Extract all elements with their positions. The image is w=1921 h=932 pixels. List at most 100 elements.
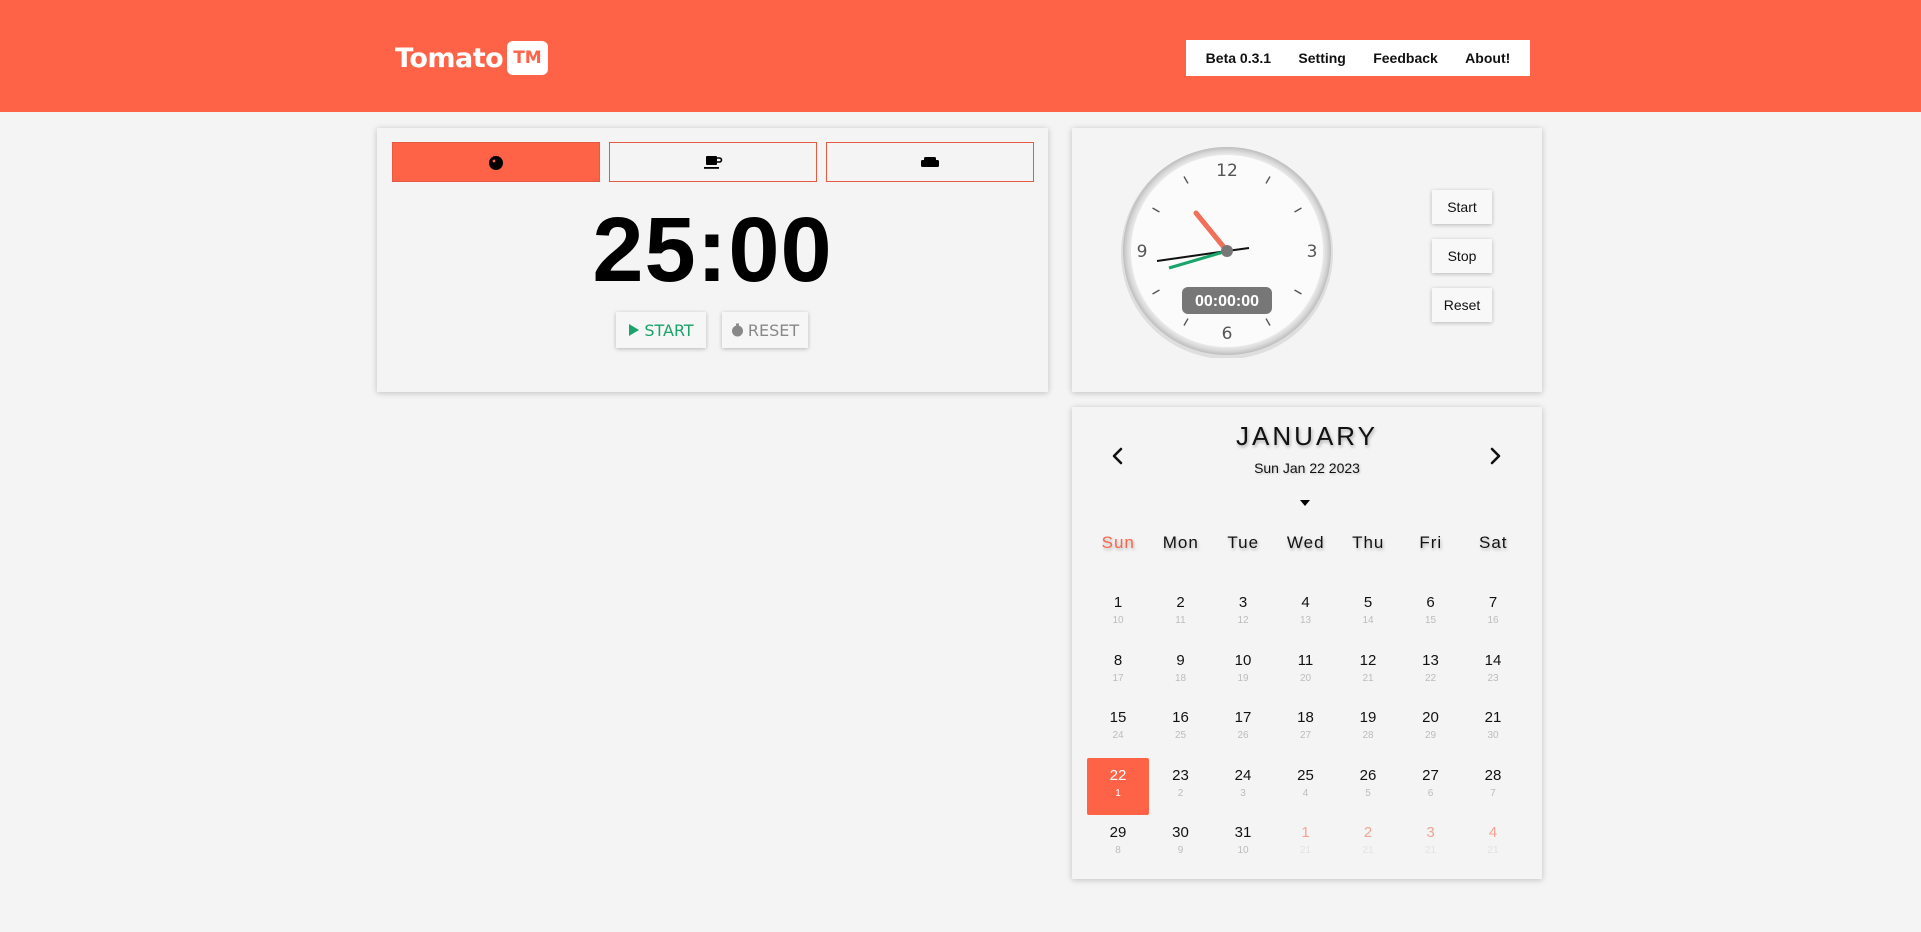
day-secondary-number: 12 bbox=[1237, 615, 1249, 626]
calendar-day[interactable]: 1 10 bbox=[1087, 585, 1149, 642]
month-dropdown-caret-icon[interactable] bbox=[1300, 500, 1310, 506]
calendar-day[interactable]: 25 4 bbox=[1275, 758, 1337, 815]
tab-pomodoro[interactable] bbox=[392, 142, 600, 182]
day-secondary-number: 1 bbox=[1115, 787, 1121, 799]
pomodoro-card: 25:00 START RESET bbox=[377, 128, 1048, 392]
day-secondary-number: 20 bbox=[1299, 672, 1312, 684]
calendar-day[interactable]: 5 14 bbox=[1337, 585, 1399, 642]
calendar-day[interactable]: 10 19 bbox=[1212, 643, 1274, 700]
reset-timer-button[interactable]: RESET bbox=[722, 312, 808, 348]
stopwatch-start-button[interactable]: Start bbox=[1432, 190, 1492, 224]
calendar-day[interactable]: 19 28 bbox=[1337, 700, 1399, 757]
day-number: 18 bbox=[1297, 709, 1314, 726]
stopwatch-stop-button[interactable]: Stop bbox=[1432, 239, 1492, 273]
day-secondary-number: 22 bbox=[1424, 672, 1437, 684]
nav-setting[interactable]: Setting bbox=[1298, 50, 1345, 66]
calendar-day[interactable]: 30 9 bbox=[1150, 815, 1212, 872]
calendar-day[interactable]: 27 6 bbox=[1400, 758, 1462, 815]
day-secondary-number: 15 bbox=[1424, 615, 1437, 626]
day-number: 23 bbox=[1172, 766, 1189, 784]
day-secondary-number: 21 bbox=[1299, 845, 1312, 856]
day-number: 17 bbox=[1234, 709, 1252, 726]
calendar-day[interactable]: 29 8 bbox=[1087, 815, 1149, 872]
day-secondary-number: 7 bbox=[1490, 787, 1496, 799]
calendar-day[interactable]: 14 23 bbox=[1462, 643, 1524, 700]
calendar-day[interactable]: 21 30 bbox=[1462, 700, 1524, 757]
logo[interactable]: Tomato TM bbox=[395, 38, 548, 78]
day-secondary-number: 29 bbox=[1424, 730, 1437, 741]
calendar-day[interactable]: 13 22 bbox=[1400, 643, 1462, 700]
tomato-icon bbox=[489, 156, 503, 170]
tab-short-break[interactable] bbox=[609, 142, 817, 182]
calendar-day[interactable]: 1 21 bbox=[1275, 815, 1337, 872]
day-secondary-number: 14 bbox=[1362, 615, 1374, 626]
stopwatch-reset-button[interactable]: Reset bbox=[1432, 288, 1492, 322]
calendar-day[interactable]: 18 27 bbox=[1275, 700, 1337, 757]
day-secondary-number: 6 bbox=[1427, 787, 1434, 799]
calendar-day[interactable]: 31 10 bbox=[1212, 815, 1274, 872]
clock-number-9: 9 bbox=[1137, 242, 1148, 262]
calendar-day[interactable]: 23 2 bbox=[1150, 758, 1212, 815]
day-number: 15 bbox=[1109, 709, 1127, 726]
coffee-cup-icon bbox=[704, 156, 723, 169]
calendar-day[interactable]: 16 25 bbox=[1150, 700, 1212, 757]
day-number: 27 bbox=[1422, 766, 1439, 784]
calendar-day[interactable]: 3 12 bbox=[1212, 585, 1274, 642]
calendar-day[interactable]: 7 16 bbox=[1462, 585, 1524, 642]
day-secondary-number: 8 bbox=[1115, 845, 1121, 856]
calendar-day[interactable]: 4 13 bbox=[1275, 585, 1337, 642]
calendar-day[interactable]: 4 21 bbox=[1462, 815, 1524, 872]
start-timer-button[interactable]: START bbox=[616, 312, 706, 348]
day-secondary-number: 3 bbox=[1240, 787, 1246, 799]
day-number: 2 bbox=[1363, 824, 1373, 841]
calendar-day[interactable]: 6 15 bbox=[1400, 585, 1462, 642]
calendar-day[interactable]: 17 26 bbox=[1212, 700, 1274, 757]
calendar-day[interactable]: 26 5 bbox=[1337, 758, 1399, 815]
calendar-day[interactable]: 2 11 bbox=[1150, 585, 1212, 642]
calendar-current-date: Sun Jan 22 2023 bbox=[1254, 460, 1360, 476]
calendar-day[interactable]: 15 24 bbox=[1087, 700, 1149, 757]
calendar-day[interactable]: 24 3 bbox=[1212, 758, 1274, 815]
day-number: 24 bbox=[1234, 766, 1252, 784]
calendar-day[interactable]: 12 21 bbox=[1337, 643, 1399, 700]
day-number: 14 bbox=[1484, 651, 1502, 669]
reset-timer-label: RESET bbox=[747, 320, 800, 340]
day-number: 31 bbox=[1234, 824, 1252, 841]
nav-feedback[interactable]: Feedback bbox=[1373, 50, 1438, 66]
day-secondary-number: 10 bbox=[1237, 845, 1249, 856]
calendar-day[interactable]: 28 7 bbox=[1462, 758, 1524, 815]
day-number: 21 bbox=[1484, 709, 1502, 726]
day-number: 2 bbox=[1176, 594, 1185, 611]
logo-text: Tomato bbox=[395, 42, 504, 74]
day-number: 10 bbox=[1234, 651, 1252, 669]
day-number: 13 bbox=[1422, 651, 1439, 669]
day-number: 30 bbox=[1172, 824, 1189, 841]
logo-badge: TM bbox=[507, 41, 548, 75]
day-secondary-number: 19 bbox=[1237, 672, 1249, 684]
calendar-day[interactable]: 20 29 bbox=[1400, 700, 1462, 757]
calendar-day[interactable]: 8 17 bbox=[1087, 643, 1149, 700]
analog-clock: 12 3 6 9 00:00:00 bbox=[1121, 147, 1333, 358]
day-secondary-number: 10 bbox=[1112, 615, 1124, 626]
day-secondary-number: 21 bbox=[1487, 845, 1499, 856]
stopwatch-display: 00:00:00 bbox=[1195, 293, 1259, 310]
calendar-day-today[interactable]: 22 1 bbox=[1087, 757, 1149, 815]
start-timer-label: START bbox=[644, 320, 694, 340]
day-secondary-number: 21 bbox=[1424, 845, 1437, 856]
tab-long-break[interactable] bbox=[826, 142, 1034, 182]
weekday-wed: Wed bbox=[1286, 533, 1325, 552]
day-number: 1 bbox=[1301, 824, 1310, 841]
clock-number-12: 12 bbox=[1216, 161, 1238, 181]
day-secondary-number: 17 bbox=[1112, 672, 1124, 684]
next-month-arrow-icon[interactable] bbox=[1480, 441, 1510, 471]
clock-number-6: 6 bbox=[1222, 324, 1233, 344]
nav-about[interactable]: About! bbox=[1465, 50, 1510, 66]
calendar-day[interactable]: 3 21 bbox=[1400, 815, 1462, 872]
calendar-day[interactable]: 9 18 bbox=[1150, 643, 1212, 700]
day-number: 1 bbox=[1113, 594, 1123, 611]
calendar-day[interactable]: 11 20 bbox=[1275, 643, 1337, 700]
day-number: 12 bbox=[1359, 651, 1377, 669]
day-number: 8 bbox=[1113, 651, 1123, 669]
calendar-day[interactable]: 2 21 bbox=[1337, 815, 1399, 872]
nav-version[interactable]: Beta 0.3.1 bbox=[1206, 50, 1271, 66]
